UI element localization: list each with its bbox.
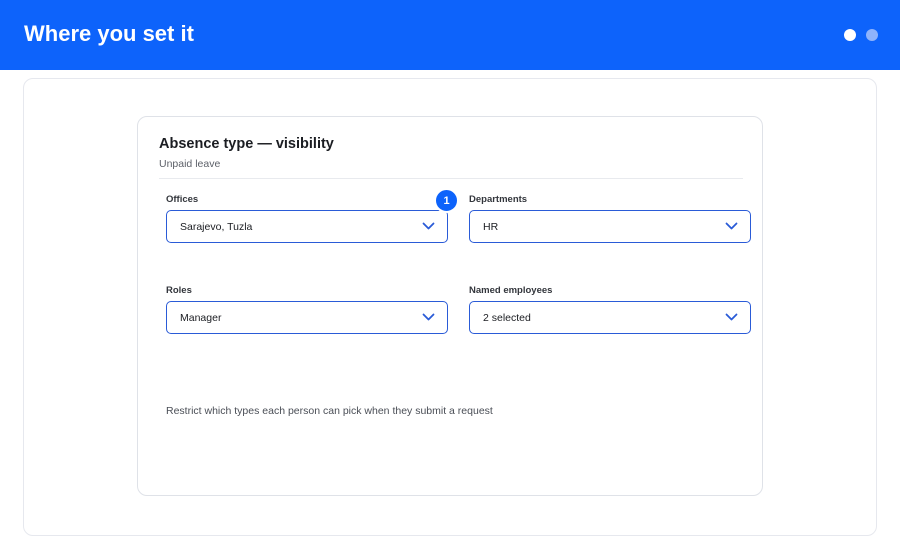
header-bar: Where you set it: [0, 0, 900, 70]
chevron-down-icon: [422, 222, 435, 230]
pager-dot-active[interactable]: [844, 29, 856, 41]
named-employees-select[interactable]: 2 selected: [469, 301, 751, 334]
departments-value: HR: [483, 221, 499, 233]
pager-dot-inactive[interactable]: [866, 29, 878, 41]
card-subtitle: Unpaid leave: [159, 158, 221, 170]
chevron-down-icon: [725, 313, 738, 321]
offices-label: Offices: [166, 194, 199, 205]
page-title: Where you set it: [24, 21, 194, 46]
roles-value: Manager: [180, 312, 222, 324]
named-employees-label: Named employees: [469, 285, 553, 296]
visibility-card: Absence type — visibility Unpaid leave O…: [137, 116, 763, 496]
chevron-down-icon: [725, 222, 738, 230]
card-divider: [159, 178, 743, 179]
departments-select[interactable]: HR: [469, 210, 751, 243]
card-title: Absence type — visibility: [159, 136, 334, 152]
chevron-down-icon: [422, 313, 435, 321]
roles-label: Roles: [166, 285, 192, 296]
roles-select[interactable]: Manager: [166, 301, 448, 334]
step-badge: 1: [434, 188, 459, 213]
offices-value: Sarajevo, Tuzla: [180, 221, 253, 233]
helper-text: Restrict which types each person can pic…: [166, 405, 493, 417]
offices-select[interactable]: Sarajevo, Tuzla: [166, 210, 448, 243]
named-employees-value: 2 selected: [483, 312, 531, 324]
departments-label: Departments: [469, 194, 528, 205]
